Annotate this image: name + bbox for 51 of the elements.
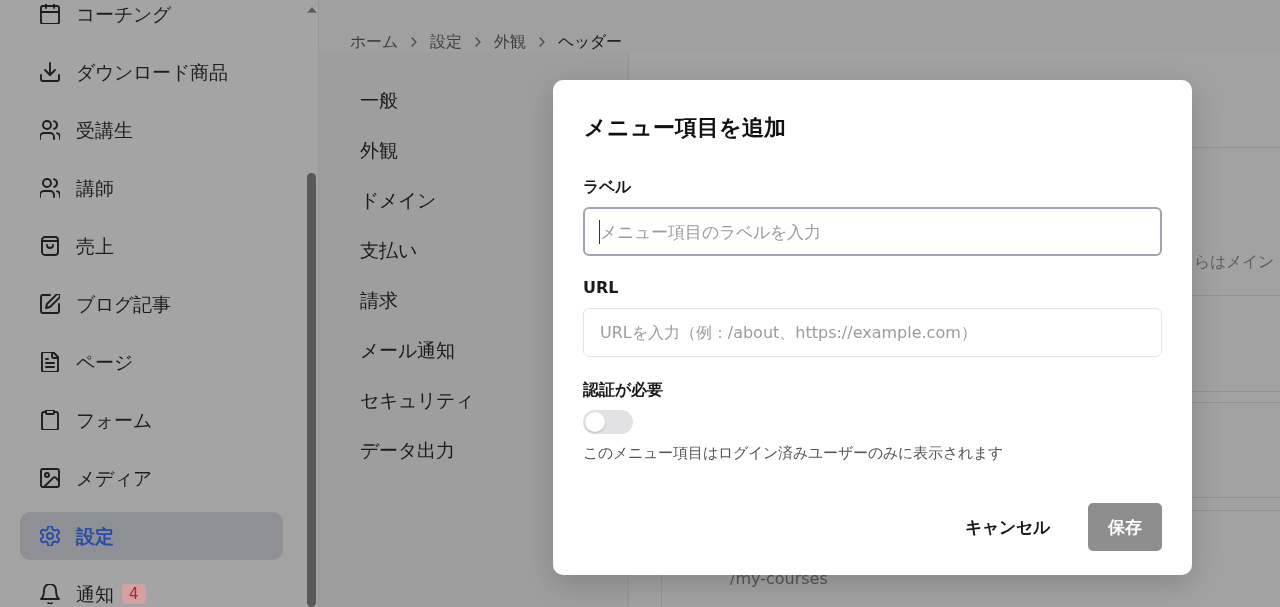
text-cursor-icon — [599, 220, 600, 244]
clipboard-icon — [40, 410, 60, 430]
sidebar-item[interactable]: メディア — [20, 454, 283, 502]
users-icon — [40, 178, 60, 198]
image-icon — [40, 468, 60, 488]
sidebar-item[interactable]: コーチング — [20, 0, 283, 38]
settings-nav-item[interactable]: ドメイン — [360, 188, 436, 212]
dialog-title: メニュー項目を追加 — [583, 114, 787, 142]
settings-nav-item[interactable]: セキュリティ — [360, 388, 474, 412]
chevron-right-icon — [411, 37, 417, 47]
breadcrumb-link[interactable]: ホーム — [350, 32, 398, 52]
field-label: 認証が必要 — [583, 379, 663, 401]
chevron-right-icon — [475, 37, 481, 47]
sidebar-item[interactable]: 通知 4 — [20, 570, 283, 607]
settings-nav-item[interactable]: 外観 — [360, 138, 398, 162]
settings-nav-item[interactable]: 一般 — [360, 88, 398, 112]
shopping-bag-icon — [40, 236, 60, 256]
breadcrumb-link[interactable]: 設定 — [430, 32, 462, 52]
sidebar-item[interactable]: 受講生 — [20, 106, 283, 154]
settings-icon — [40, 526, 60, 546]
sidebar-item[interactable]: 売上 — [20, 222, 283, 270]
label-input[interactable]: メニュー項目のラベルを入力 — [583, 207, 1162, 256]
settings-nav-item[interactable]: メール通知 — [360, 338, 455, 362]
sidebar-item[interactable]: 講師 — [20, 164, 283, 212]
bell-icon — [40, 584, 60, 604]
breadcrumb-current: ヘッダー — [558, 32, 622, 52]
chevron-right-icon — [539, 37, 545, 47]
sidebar-item[interactable]: ダウンロード商品 — [20, 48, 283, 96]
breadcrumb-link[interactable]: 外観 — [494, 32, 526, 52]
notification-count: 4 — [122, 584, 146, 604]
menu-item-url: /my-courses — [730, 569, 828, 588]
field-label: URL — [583, 277, 619, 299]
calendar-icon — [40, 4, 60, 24]
url-input[interactable]: URLを入力（例：/about、https://example.com） — [583, 308, 1162, 357]
scrollbar-thumb[interactable] — [307, 172, 316, 607]
document-icon — [40, 352, 60, 372]
download-icon — [40, 62, 60, 82]
users-icon — [40, 120, 60, 140]
help-text: このメニュー項目はログイン済みユーザーのみに表示されます — [583, 443, 1003, 463]
settings-nav-item[interactable]: 請求 — [360, 288, 398, 312]
settings-nav-item[interactable]: 支払い — [360, 238, 417, 262]
auth-toggle[interactable] — [583, 410, 633, 434]
cancel-button[interactable]: キャンセル — [949, 503, 1066, 551]
field-label: ラベル — [583, 176, 631, 198]
description-text: らはメイン — [1194, 252, 1274, 271]
sidebar-item[interactable]: ページ — [20, 338, 283, 386]
edit-icon — [40, 294, 60, 314]
sidebar-item[interactable]: ブログ記事 — [20, 280, 283, 328]
scroll-up-arrow-icon[interactable] — [306, 7, 317, 13]
sidebar-item[interactable]: フォーム — [20, 396, 283, 444]
settings-nav-item[interactable]: データ出力 — [360, 438, 455, 462]
